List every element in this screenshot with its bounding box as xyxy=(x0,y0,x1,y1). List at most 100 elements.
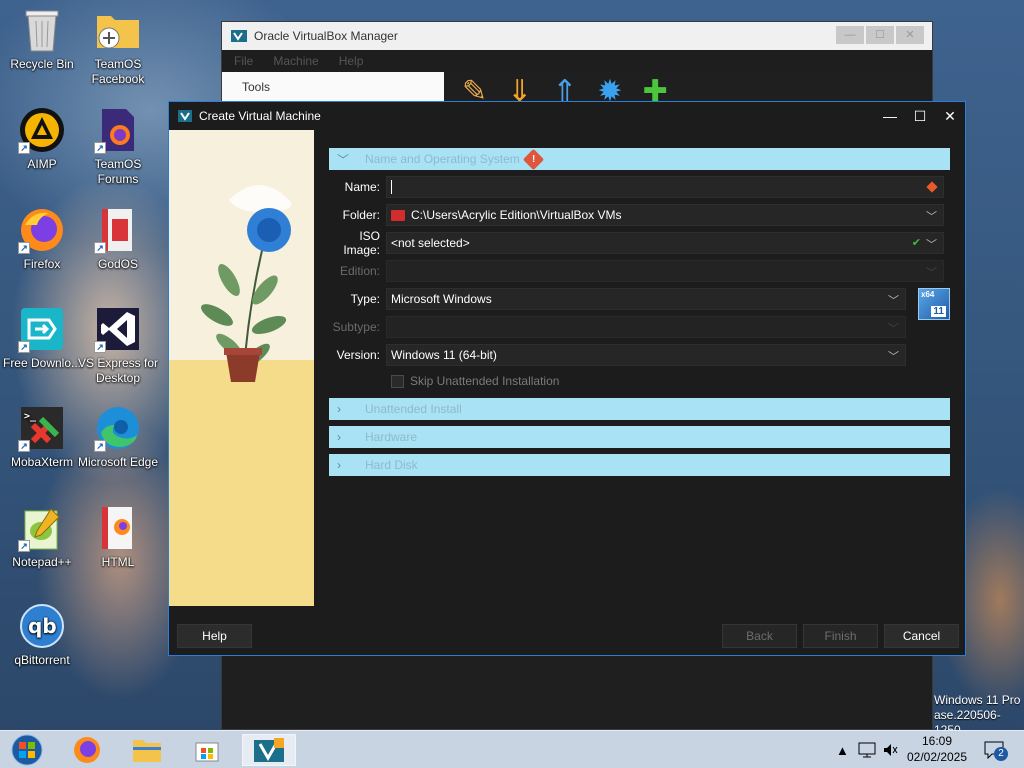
notepad-plus-plus-icon: ↗ xyxy=(18,504,66,552)
iso-row: ISO Image: <not selected> ✔ ﹀ xyxy=(329,229,944,257)
help-button[interactable]: Help xyxy=(177,624,252,648)
desktop-icon-edge[interactable]: ↗ Microsoft Edge xyxy=(76,404,160,470)
name-label: Name: xyxy=(344,180,380,194)
taskbar: ▲ 16:09 02/02/2025 2 xyxy=(0,730,1024,768)
menu-file[interactable]: File xyxy=(234,54,253,68)
red-document-icon: ↗ xyxy=(94,206,142,254)
name-row: Name: xyxy=(329,176,944,198)
taskbar-file-explorer[interactable] xyxy=(120,734,174,766)
monitor-icon xyxy=(858,742,876,758)
desktop-icon-html[interactable]: HTML xyxy=(76,504,160,570)
dialog-titlebar[interactable]: Create Virtual Machine — ☐ ✕ xyxy=(169,102,965,130)
text-caret xyxy=(391,180,392,194)
close-button[interactable]: ✕ xyxy=(935,102,965,130)
edition-select: ﹀ xyxy=(386,260,944,282)
tools-label: Tools xyxy=(242,80,271,94)
desktop-icon-qbittorrent[interactable]: qb qBittorrent xyxy=(0,602,84,668)
start-orb-icon xyxy=(11,734,43,766)
cancel-button[interactable]: Cancel xyxy=(884,624,959,648)
checkmark-icon: ✔ xyxy=(911,237,921,249)
desktop-icon-aimp[interactable]: ↗ AIMP xyxy=(0,106,84,172)
desktop-icon-firefox[interactable]: ↗ Firefox xyxy=(0,206,84,272)
speaker-muted-icon xyxy=(884,744,898,756)
desktop-icon-label: Notepad++ xyxy=(12,555,72,569)
type-row: Type: Microsoft Windows ﹀ xyxy=(329,288,906,310)
skip-unattended-label: Skip Unattended Installation xyxy=(410,374,560,388)
aimp-icon: ↗ xyxy=(18,106,66,154)
invalid-marker-icon xyxy=(926,181,938,193)
close-button[interactable]: ✕ xyxy=(896,26,924,44)
iso-select[interactable]: <not selected> ✔ ﹀ xyxy=(386,232,944,254)
minimize-button[interactable]: — xyxy=(836,26,864,44)
desktop-icon-mobaxterm[interactable]: >_ ↗ MobaXterm xyxy=(0,404,84,470)
chevron-down-icon: ﹀ xyxy=(926,211,937,223)
version-label: Version: xyxy=(336,348,380,362)
subtype-label: Subtype: xyxy=(332,320,380,334)
qbittorrent-icon: qb xyxy=(18,602,66,650)
section-title: Name and Operating System xyxy=(365,152,520,166)
desktop-icon-label: Recycle Bin xyxy=(10,57,74,71)
taskbar-virtualbox[interactable] xyxy=(242,734,296,766)
minimize-button[interactable]: — xyxy=(875,102,905,130)
menu-machine[interactable]: Machine xyxy=(273,54,318,68)
edition-row: Edition: ﹀ xyxy=(329,260,944,282)
section-unattended-install[interactable]: › Unattended Install xyxy=(329,398,950,420)
tray-volume-icon[interactable] xyxy=(882,731,898,768)
create-vm-dialog[interactable]: Create Virtual Machine — ☐ ✕ ﹀ Name and … xyxy=(168,101,966,656)
wizard-side-illustration xyxy=(169,130,314,606)
show-hidden-icons-button[interactable]: ▲ xyxy=(836,731,849,768)
menu-help[interactable]: Help xyxy=(339,54,364,68)
svg-text:qb: qb xyxy=(28,614,57,638)
notification-center-button[interactable]: 2 xyxy=(984,731,1008,768)
desktop-icon-vs-express[interactable]: ↗ VS Express for Desktop xyxy=(76,305,160,386)
subtype-row: Subtype: ﹀ xyxy=(329,316,906,338)
notification-count-badge: 2 xyxy=(994,747,1008,761)
desktop-icon-godos[interactable]: ↗ GodOS xyxy=(76,206,160,272)
maximize-button[interactable]: ☐ xyxy=(866,26,894,44)
warning-icon: ! xyxy=(522,148,544,170)
section-name-and-os[interactable]: ﹀ Name and Operating System ! xyxy=(329,148,950,170)
desktop-icon-label: TeamOS Forums xyxy=(94,157,142,186)
maximize-button[interactable]: ☐ xyxy=(905,102,935,130)
chevron-down-icon: ﹀ xyxy=(888,323,899,335)
name-input[interactable] xyxy=(386,176,944,198)
chevron-down-icon: ﹀ xyxy=(926,267,937,279)
chevron-right-icon: › xyxy=(337,402,341,416)
desktop-icon-teamos-forums[interactable]: ↗ TeamOS Forums xyxy=(76,106,160,187)
chevron-down-icon: ﹀ xyxy=(926,239,937,251)
free-download-manager-icon: ↗ xyxy=(18,305,66,353)
folder-icon xyxy=(391,209,405,221)
chevron-down-icon: ﹀ xyxy=(337,152,350,167)
file-explorer-icon xyxy=(133,740,161,762)
chevron-right-icon: › xyxy=(337,458,341,472)
desktop-icon-teamos-facebook[interactable]: TeamOS Facebook xyxy=(76,6,160,87)
start-button[interactable] xyxy=(0,734,54,766)
taskbar-clock[interactable]: 16:09 02/02/2025 xyxy=(900,733,974,765)
folder-select[interactable]: C:\Users\Acrylic Edition\VirtualBox VMs … xyxy=(386,204,944,226)
chevron-right-icon: › xyxy=(337,430,341,444)
visual-studio-icon: ↗ xyxy=(94,305,142,353)
desktop-icon-label: Microsoft Edge xyxy=(77,455,159,469)
iso-label: ISO Image: xyxy=(343,229,380,257)
html-file-icon xyxy=(94,504,142,552)
section-hardware[interactable]: › Hardware xyxy=(329,426,950,448)
virtualbox-icon xyxy=(254,738,284,762)
virtualbox-logo-icon xyxy=(231,30,247,42)
desktop-icon-label: TeamOS Facebook xyxy=(91,57,145,86)
version-row: Version: Windows 11 (64-bit) ﹀ xyxy=(329,344,906,366)
desktop-icon-free-download[interactable]: ↗ Free Downlo... xyxy=(0,305,84,371)
taskbar-firefox[interactable] xyxy=(60,734,114,766)
manager-titlebar[interactable]: Oracle VirtualBox Manager xyxy=(222,22,932,50)
chevron-up-icon: ▲ xyxy=(836,742,849,758)
tray-display-icon[interactable] xyxy=(858,731,876,768)
type-select[interactable]: Microsoft Windows ﹀ xyxy=(386,288,906,310)
version-select[interactable]: Windows 11 (64-bit) ﹀ xyxy=(386,344,906,366)
manager-window-controls: — ☐ ✕ xyxy=(836,26,924,44)
manager-menubar: File Machine Help xyxy=(222,50,932,72)
desktop-icon-notepadpp[interactable]: ↗ Notepad++ xyxy=(0,504,84,570)
desktop-icon-recycle-bin[interactable]: Recycle Bin xyxy=(0,6,84,72)
taskbar-store[interactable] xyxy=(180,734,234,766)
flower-pot-illustration xyxy=(201,185,292,382)
firefox-file-icon: ↗ xyxy=(94,106,142,154)
section-hard-disk[interactable]: › Hard Disk xyxy=(329,454,950,476)
